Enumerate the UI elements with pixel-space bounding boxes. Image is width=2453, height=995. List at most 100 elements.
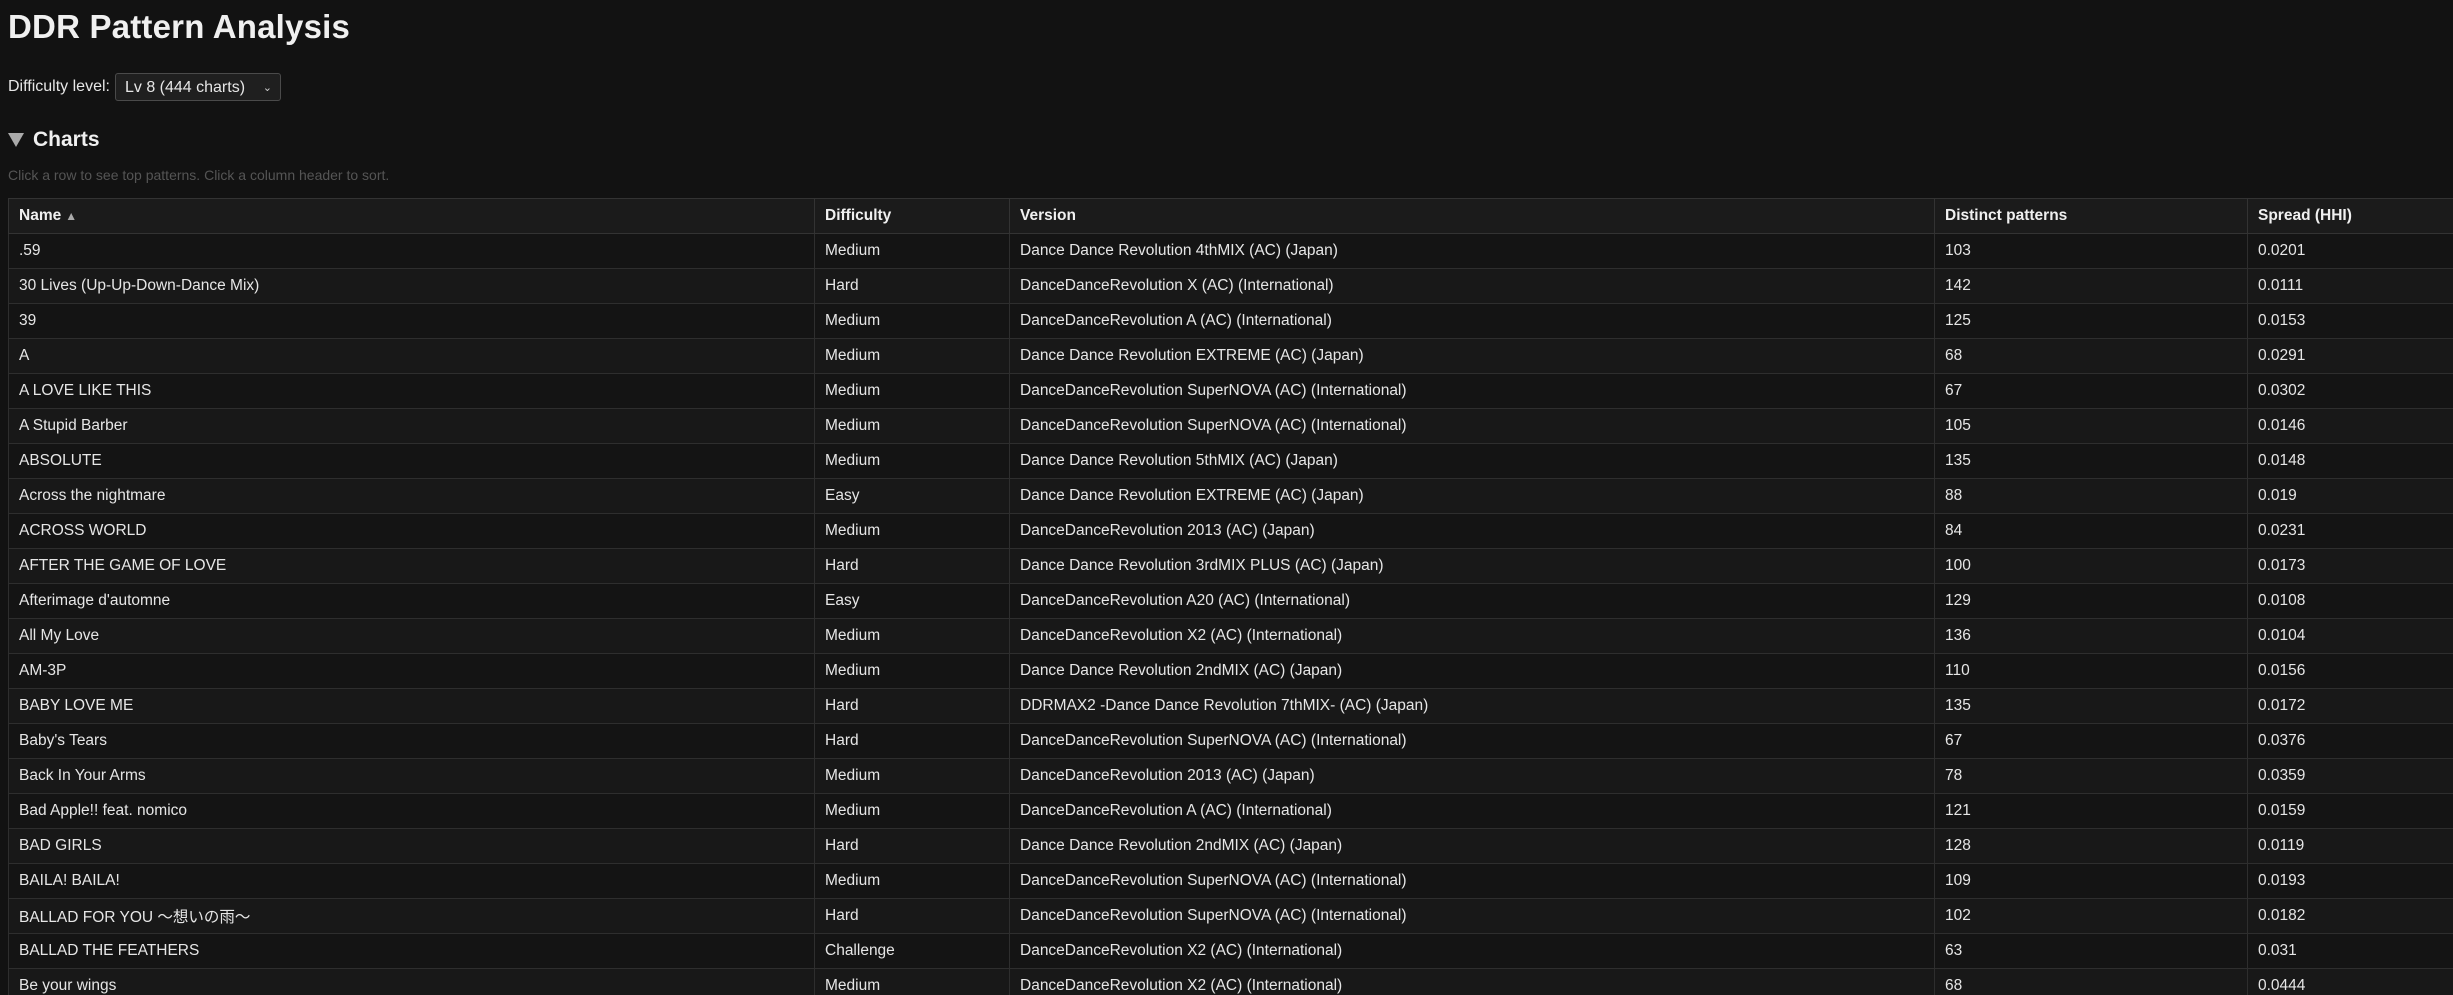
cell-difficulty: Medium xyxy=(814,793,1010,829)
table-body: .59 Medium Dance Dance Revolution 4thMIX (… xyxy=(8,233,2453,995)
cell-name: A xyxy=(8,338,815,374)
cell-difficulty: Medium xyxy=(814,513,1010,549)
cell-difficulty: Challenge xyxy=(814,933,1010,969)
cell-spread: 0.0156 xyxy=(2247,653,2453,689)
table-row[interactable]: AM-3P Medium Dance Dance Revolution 2ndMIX… xyxy=(8,653,2453,689)
table-row[interactable]: Across the nightmare Easy Dance Dance Revo… xyxy=(8,478,2453,514)
cell-distinct-patterns: 103 xyxy=(1934,233,2248,269)
cell-spread: 0.0173 xyxy=(2247,548,2453,584)
cell-spread: 0.0231 xyxy=(2247,513,2453,549)
cell-name: Across the nightmare xyxy=(8,478,815,514)
column-header-version[interactable]: Version xyxy=(1009,198,1935,234)
table-row[interactable]: BAILA! BAILA! Medium DanceDanceRevolution … xyxy=(8,863,2453,899)
cell-distinct-patterns: 136 xyxy=(1934,618,2248,654)
cell-version: DanceDanceRevolution 2013 (AC) (Japan) xyxy=(1009,513,1935,549)
section-title: Charts xyxy=(33,128,100,151)
cell-version: DanceDanceRevolution A20 (AC) (Internati… xyxy=(1009,583,1935,619)
column-header-name[interactable]: Name ▲ xyxy=(8,198,815,234)
table-row[interactable]: Bad Apple!! feat. nomico Medium DanceDance… xyxy=(8,793,2453,829)
cell-name: Back In Your Arms xyxy=(8,758,815,794)
cell-version: DanceDanceRevolution SuperNOVA (AC) (Int… xyxy=(1009,898,1935,934)
cell-spread: 0.0108 xyxy=(2247,583,2453,619)
cell-difficulty: Medium xyxy=(814,303,1010,339)
cell-version: Dance Dance Revolution EXTREME (AC) (Jap… xyxy=(1009,338,1935,374)
table-row[interactable]: A Medium Dance Dance Revolution EXTREME (A… xyxy=(8,338,2453,374)
cell-version: DanceDanceRevolution X2 (AC) (Internatio… xyxy=(1009,618,1935,654)
difficulty-select[interactable]: Lv 8 (444 charts) ⌄ xyxy=(114,73,281,101)
cell-version: DanceDanceRevolution SuperNOVA (AC) (Int… xyxy=(1009,408,1935,444)
difficulty-filter: Difficulty level: Lv 8 (444 charts) ⌄ xyxy=(8,72,281,102)
cell-distinct-patterns: 84 xyxy=(1934,513,2248,549)
table-row[interactable]: Afterimage d'automne Easy DanceDanceRevolu… xyxy=(8,583,2453,619)
cell-spread: 0.0182 xyxy=(2247,898,2453,934)
cell-distinct-patterns: 125 xyxy=(1934,303,2248,339)
table-row[interactable]: Be your wings Medium DanceDanceRevolution … xyxy=(8,968,2453,995)
cell-difficulty: Medium xyxy=(814,233,1010,269)
cell-difficulty: Medium xyxy=(814,373,1010,409)
cell-name: A LOVE LIKE THIS xyxy=(8,373,815,409)
cell-version: Dance Dance Revolution 2ndMIX (AC) (Japa… xyxy=(1009,828,1935,864)
cell-version: DanceDanceRevolution X2 (AC) (Internatio… xyxy=(1009,933,1935,969)
table-row[interactable]: Baby's Tears Hard DanceDanceRevolution Sup… xyxy=(8,723,2453,759)
cell-distinct-patterns: 68 xyxy=(1934,338,2248,374)
table-row[interactable]: A Stupid Barber Medium DanceDanceRevolutio… xyxy=(8,408,2453,444)
cell-name: 39 xyxy=(8,303,815,339)
cell-version: Dance Dance Revolution 4thMIX (AC) (Japa… xyxy=(1009,233,1935,269)
cell-distinct-patterns: 78 xyxy=(1934,758,2248,794)
table-row[interactable]: 30 Lives (Up-Up-Down-Dance Mix) Hard Dance… xyxy=(8,268,2453,304)
cell-spread: 0.0146 xyxy=(2247,408,2453,444)
cell-name: All My Love xyxy=(8,618,815,654)
cell-difficulty: Medium xyxy=(814,863,1010,899)
cell-spread: 0.0302 xyxy=(2247,373,2453,409)
cell-version: DanceDanceRevolution A (AC) (Internation… xyxy=(1009,793,1935,829)
cell-spread: 0.0119 xyxy=(2247,828,2453,864)
cell-difficulty: Hard xyxy=(814,548,1010,584)
cell-name: .59 xyxy=(8,233,815,269)
cell-version: Dance Dance Revolution 5thMIX (AC) (Japa… xyxy=(1009,443,1935,479)
cell-difficulty: Hard xyxy=(814,898,1010,934)
column-header-spread[interactable]: Spread (HHI) xyxy=(2247,198,2453,234)
cell-difficulty: Medium xyxy=(814,443,1010,479)
charts-section-toggle[interactable]: Charts xyxy=(8,128,100,152)
cell-name: Bad Apple!! feat. nomico xyxy=(8,793,815,829)
cell-spread: 0.0111 xyxy=(2247,268,2453,304)
table-row[interactable]: Back In Your Arms Medium DanceDanceRevolut… xyxy=(8,758,2453,794)
cell-distinct-patterns: 67 xyxy=(1934,723,2248,759)
cell-version: Dance Dance Revolution EXTREME (AC) (Jap… xyxy=(1009,478,1935,514)
cell-distinct-patterns: 121 xyxy=(1934,793,2248,829)
cell-name: Baby's Tears xyxy=(8,723,815,759)
cell-version: DanceDanceRevolution SuperNOVA (AC) (Int… xyxy=(1009,373,1935,409)
table-row[interactable]: BABY LOVE ME Hard DDRMAX2 -Dance Dance Rev… xyxy=(8,688,2453,724)
cell-name: ACROSS WORLD xyxy=(8,513,815,549)
difficulty-select-value: Lv 8 (444 charts) xyxy=(124,79,246,96)
table-row[interactable]: A LOVE LIKE THIS Medium DanceDanceRevoluti… xyxy=(8,373,2453,409)
table-row[interactable]: BALLAD FOR YOU ～想いの雨～ Hard DanceDanceRevol… xyxy=(8,898,2453,934)
cell-distinct-patterns: 110 xyxy=(1934,653,2248,689)
table-row[interactable]: ABSOLUTE Medium Dance Dance Revolution 5th… xyxy=(8,443,2453,479)
cell-name: ABSOLUTE xyxy=(8,443,815,479)
cell-difficulty: Medium xyxy=(814,653,1010,689)
cell-distinct-patterns: 135 xyxy=(1934,688,2248,724)
column-header-distinct-patterns[interactable]: Distinct patterns xyxy=(1934,198,2248,234)
column-header-label: Difficulty xyxy=(825,207,892,224)
page: DDR Pattern Analysis Difficulty level: L… xyxy=(0,0,2453,995)
table-row[interactable]: .59 Medium Dance Dance Revolution 4thMIX (… xyxy=(8,233,2453,269)
cell-name: AFTER THE GAME OF LOVE xyxy=(8,548,815,584)
charts-table: Name ▲ Difficulty Version Distinct patter… xyxy=(8,198,2453,995)
cell-distinct-patterns: 142 xyxy=(1934,268,2248,304)
cell-spread: 0.0172 xyxy=(2247,688,2453,724)
cell-spread: 0.0291 xyxy=(2247,338,2453,374)
column-header-difficulty[interactable]: Difficulty xyxy=(814,198,1010,234)
table-row[interactable]: BAD GIRLS Hard Dance Dance Revolution 2ndM… xyxy=(8,828,2453,864)
table-row[interactable]: AFTER THE GAME OF LOVE Hard Dance Dance Re… xyxy=(8,548,2453,584)
table-row[interactable]: All My Love Medium DanceDanceRevolution X2… xyxy=(8,618,2453,654)
cell-name: Afterimage d'automne xyxy=(8,583,815,619)
cell-spread: 0.031 xyxy=(2247,933,2453,969)
table-row[interactable]: BALLAD THE FEATHERS Challenge DanceDanceRe… xyxy=(8,933,2453,969)
table-row[interactable]: ACROSS WORLD Medium DanceDanceRevolution 2… xyxy=(8,513,2453,549)
table-row[interactable]: 39 Medium DanceDanceRevolution A (AC) (Int… xyxy=(8,303,2453,339)
cell-name: BABY LOVE ME xyxy=(8,688,815,724)
column-header-label: Name xyxy=(19,207,62,224)
cell-spread: 0.0193 xyxy=(2247,863,2453,899)
cell-spread: 0.0153 xyxy=(2247,303,2453,339)
